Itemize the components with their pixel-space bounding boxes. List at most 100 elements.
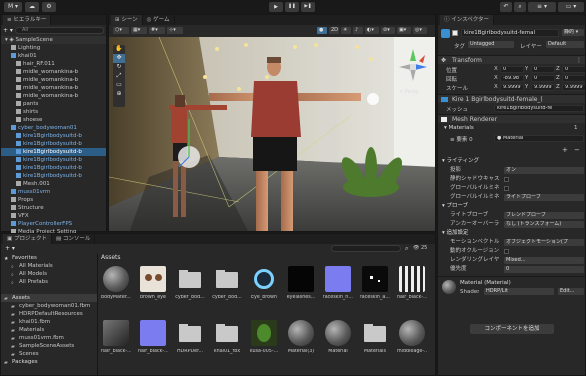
history-icon[interactable]: ↶ bbox=[500, 2, 512, 12]
asset-item[interactable]: Eye_brown bbox=[249, 266, 279, 308]
2d-toggle[interactable]: 2D bbox=[329, 27, 339, 34]
project-tree-item[interactable]: ▰ Assets bbox=[1, 294, 97, 302]
transform-header[interactable]: ✥ Transform ⋮ bbox=[438, 55, 585, 64]
asset-item[interactable]: Material(3) bbox=[286, 320, 316, 362]
hierarchy-item[interactable]: PlayerControllerFPS bbox=[1, 220, 106, 228]
hierarchy-item[interactable]: hair_RF.011 bbox=[1, 60, 106, 68]
asset-item[interactable]: hair_black-... bbox=[138, 320, 168, 362]
asset-item[interactable]: bodyMater... bbox=[101, 266, 131, 308]
project-tree-item[interactable]: ▰ Scenes bbox=[1, 350, 97, 358]
additional-setting-dropdown[interactable]: 0 bbox=[504, 266, 584, 273]
camera-dropdown[interactable]: ▣▾ bbox=[397, 27, 411, 34]
hierarchy-item[interactable]: Mesh.001 bbox=[1, 180, 106, 188]
scene-viewport[interactable] bbox=[109, 37, 436, 232]
scale-x-field[interactable]: 9.9999 bbox=[500, 84, 524, 91]
project-tree-item[interactable]: ▰ muss01vrm.fbm bbox=[1, 334, 97, 342]
asset-item[interactable]: Material bbox=[323, 320, 353, 362]
project-tree-item[interactable]: ⌕ All Prefabs bbox=[1, 278, 97, 286]
hierarchy-item[interactable]: kire1Bgirlbodysuitd-b bbox=[1, 172, 106, 180]
project-tree-item[interactable]: ▰ SampleSceneAssets bbox=[1, 342, 97, 350]
hierarchy-item[interactable]: shoese bbox=[1, 116, 106, 124]
hierarchy-item[interactable]: midle_womankina-b bbox=[1, 76, 106, 84]
hierarchy-item[interactable]: kire1Bgirlbodysuitd-b bbox=[1, 132, 106, 140]
audio-toggle-icon[interactable]: ♪ bbox=[353, 27, 363, 34]
play-button[interactable]: ▶ bbox=[269, 2, 283, 12]
add-icon[interactable]: + ▾ bbox=[3, 27, 13, 34]
pos-y-field[interactable]: 0 bbox=[531, 66, 555, 73]
scale-y-field[interactable]: 9.9999 bbox=[531, 84, 555, 91]
lighting-setting-checkbox[interactable] bbox=[504, 186, 509, 191]
hierarchy-item[interactable]: muss01vrm bbox=[1, 188, 106, 196]
tab-scene[interactable]: ⊞ シーン bbox=[111, 15, 143, 25]
rot-z-field[interactable]: 0 bbox=[562, 75, 585, 82]
static-dropdown[interactable]: 静的 ▾ bbox=[562, 29, 584, 36]
hand-tool-icon[interactable]: ✋ bbox=[113, 45, 125, 54]
rect-tool-icon[interactable]: ▭ bbox=[113, 81, 125, 90]
asset-item[interactable]: brown_eye bbox=[138, 266, 168, 308]
asset-item[interactable]: khai01_fbx bbox=[212, 320, 242, 362]
hierarchy-item[interactable]: kire1Bgirlbodysuitd-b bbox=[1, 156, 106, 164]
scene-root-row[interactable]: ▾ ◈ SampleScene bbox=[1, 36, 106, 44]
hierarchy-item[interactable]: Props bbox=[1, 196, 106, 204]
lighting-setting-dropdown[interactable]: オン bbox=[504, 167, 584, 174]
additional-foldout[interactable]: ▾ 追加設定 bbox=[438, 229, 585, 238]
project-search-input[interactable] bbox=[331, 245, 401, 252]
additional-setting-checkbox[interactable] bbox=[504, 249, 509, 254]
hierarchy-item[interactable]: midle_womankina-b bbox=[1, 92, 106, 100]
project-tree-item[interactable]: ▰ cyber_bodywoman01.fbm bbox=[1, 302, 97, 310]
step-button[interactable]: ▶❚ bbox=[301, 2, 315, 12]
probes-setting-dropdown[interactable]: なし (トランスフォーム) bbox=[504, 221, 584, 228]
hierarchy-item[interactable]: Lighting bbox=[1, 44, 106, 52]
rot-x-field[interactable]: -89.98 bbox=[500, 75, 524, 82]
hierarchy-item[interactable]: Structure bbox=[1, 204, 106, 212]
hierarchy-item[interactable]: khai01 bbox=[1, 52, 106, 60]
asset-item[interactable]: eyelashes... bbox=[286, 266, 316, 308]
tool-handle-dropdown[interactable]: ⬡▾ bbox=[113, 27, 129, 34]
search-icon[interactable]: ⌕ bbox=[514, 2, 526, 12]
project-tree-item[interactable]: ⌕ All Models bbox=[1, 270, 97, 278]
perspective-label[interactable]: < Persp bbox=[399, 89, 419, 95]
scale-tool-icon[interactable]: ⤢ bbox=[113, 72, 125, 81]
pause-button[interactable]: ❚❚ bbox=[285, 2, 299, 12]
account-button[interactable]: M ▾ bbox=[4, 2, 22, 12]
add-element-button[interactable]: + bbox=[562, 146, 568, 154]
gizmos-dropdown[interactable]: ◎▾ bbox=[413, 27, 427, 34]
materials-foldout[interactable]: ▾ Materials bbox=[444, 125, 474, 131]
mesh-renderer-header[interactable]: Mesh Renderer bbox=[438, 114, 585, 123]
lighting-toggle-icon[interactable]: ☀ bbox=[341, 27, 351, 34]
project-tree-item[interactable]: ▰ HDRPDefaultResources bbox=[1, 310, 97, 318]
project-tree-item[interactable]: ▰ Packages bbox=[1, 358, 97, 366]
additional-setting-dropdown[interactable]: オブジェクトモーション(プ bbox=[504, 239, 584, 246]
asset-item[interactable]: HDRPDef... bbox=[175, 320, 205, 362]
layer-dropdown[interactable]: Default bbox=[546, 41, 584, 48]
hierarchy-item[interactable]: kire1Bgirlbodysuitd-b bbox=[1, 140, 106, 148]
probes-setting-dropdown[interactable]: ブレンドプローブ bbox=[504, 212, 584, 219]
hierarchy-item[interactable]: shirts bbox=[1, 108, 106, 116]
project-tree-item[interactable]: ▰ Materials bbox=[1, 326, 97, 334]
tab-game[interactable]: ◎ ゲーム bbox=[142, 15, 175, 25]
tag-dropdown[interactable]: Untagged bbox=[468, 41, 514, 48]
shader-dropdown[interactable]: HDRP/Lit bbox=[484, 288, 554, 295]
object-name-field[interactable]: kire1Bgirlbodysuitd-femal bbox=[461, 29, 559, 37]
additional-setting-dropdown[interactable]: Mixed... bbox=[504, 257, 584, 264]
tab-project[interactable]: ▣ プロジェクト bbox=[3, 234, 52, 244]
tab-console[interactable]: ▤ コンソール bbox=[51, 234, 96, 244]
snap-dropdown[interactable]: ⊹▾ bbox=[167, 27, 183, 34]
lighting-setting-dropdown[interactable]: ライトプローブ bbox=[504, 194, 584, 201]
asset-item[interactable]: hair_black-... bbox=[101, 320, 131, 362]
add-component-button[interactable]: コンポーネントを追加 bbox=[470, 324, 554, 334]
layout-dropdown[interactable]: ▭ ▾ bbox=[558, 2, 584, 12]
project-tree-item[interactable]: ▰ khai01.fbm bbox=[1, 318, 97, 326]
project-tree-item[interactable]: ★ Favorites bbox=[1, 254, 97, 262]
hierarchy-item[interactable]: kire1Bgirlbodysuitd-b bbox=[1, 164, 106, 172]
probes-foldout[interactable]: ▾ プローブ bbox=[438, 202, 585, 211]
lighting-foldout[interactable]: ▾ ライティング bbox=[438, 157, 585, 166]
asset-item[interactable]: Materials bbox=[360, 320, 390, 362]
project-tree-item[interactable]: ⌕ All Materials bbox=[1, 262, 97, 270]
hierarchy-item[interactable]: midle_womankina-b bbox=[1, 68, 106, 76]
tab-hierarchy[interactable]: ≡ ヒエラルキー bbox=[3, 15, 52, 25]
mesh-field[interactable]: kire1Bgirlbodysuitd-fe bbox=[494, 105, 584, 112]
hierarchy-item[interactable]: cyber_bodywoman01 bbox=[1, 124, 106, 132]
component-menu-icon[interactable]: ⋮ bbox=[576, 56, 582, 64]
move-tool-icon[interactable]: ✥ bbox=[113, 54, 125, 63]
